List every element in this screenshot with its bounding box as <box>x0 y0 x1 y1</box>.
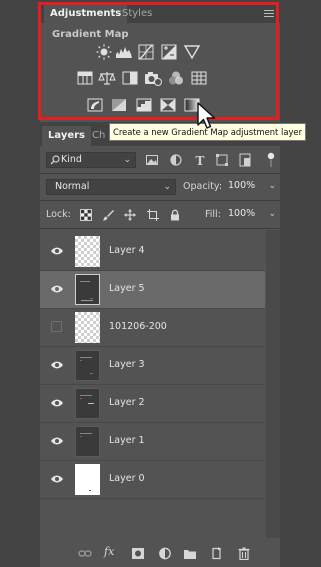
layer-name[interactable]: Layer 0 <box>109 473 145 484</box>
link-layers-icon[interactable] <box>78 547 92 560</box>
fill-field[interactable]: 100% ⌄ <box>226 207 276 223</box>
posterize-icon[interactable] <box>110 97 128 113</box>
artboard-autonest-icon[interactable] <box>147 209 159 221</box>
levels-icon[interactable] <box>115 44 133 60</box>
eye-icon[interactable] <box>50 474 64 484</box>
opacity-field[interactable]: 100% ⌄ <box>226 179 276 195</box>
fill-value: 100% <box>228 208 256 219</box>
layer-row-layer-3[interactable]: Layer 3 <box>40 347 265 385</box>
adjustments-panel: Adjustments Styles Gradient Map <box>40 4 280 122</box>
vibrance-icon[interactable] <box>183 44 201 60</box>
add-layer-mask-icon[interactable] <box>131 547 145 560</box>
layer-name[interactable]: Layer 3 <box>109 359 145 370</box>
layer-name[interactable]: Layer 5 <box>109 283 145 294</box>
tab-layers[interactable]: Layers <box>42 126 91 146</box>
layer-name[interactable]: 101206-200 <box>109 321 167 332</box>
tab-styles[interactable]: Styles <box>116 4 158 23</box>
layer-thumbnail <box>75 236 100 267</box>
divider <box>40 228 280 229</box>
lock-position-icon[interactable] <box>124 209 136 221</box>
layer-name[interactable]: Layer 1 <box>109 435 145 446</box>
color-lookup-icon[interactable] <box>190 70 208 86</box>
invert-icon[interactable] <box>86 97 104 113</box>
selective-color-icon[interactable] <box>159 97 177 113</box>
layer-row-layer-2[interactable]: Layer 2 <box>40 385 265 423</box>
fill-label: Fill: <box>205 209 221 220</box>
filter-kind-dropdown[interactable]: Kind ⌄ <box>46 152 136 168</box>
layer-thumbnail <box>75 464 100 495</box>
eye-icon[interactable] <box>50 360 64 370</box>
layer-list: Layer 4 Layer 5 101206-200 Layer 3 Layer… <box>40 233 266 543</box>
opacity-label: Opacity: <box>183 181 223 192</box>
type-filter-icon[interactable]: T <box>193 153 207 168</box>
filter-kind-value: Kind <box>61 154 82 165</box>
lock-image-pixels-icon[interactable] <box>102 209 114 221</box>
eye-icon[interactable] <box>50 436 64 446</box>
layer-row-layer-1[interactable]: Layer 1 <box>40 423 265 461</box>
scrollbar-track[interactable] <box>266 230 280 538</box>
adjustment-type-label: Gradient Map <box>52 29 129 40</box>
fx-label: fx <box>104 545 115 558</box>
lock-label: Lock: <box>46 209 71 220</box>
opacity-value: 100% <box>228 180 256 191</box>
layer-row-layer-0[interactable]: Layer 0 <box>40 461 265 499</box>
image-filter-icon[interactable] <box>145 153 159 167</box>
layer-name[interactable]: Layer 4 <box>109 245 145 256</box>
trash-icon[interactable] <box>237 547 251 561</box>
divider <box>40 173 280 174</box>
new-layer-icon[interactable] <box>210 547 224 560</box>
layer-thumbnail <box>75 350 100 381</box>
chevron-down-icon: ⌄ <box>163 182 171 192</box>
layer-thumbnail <box>75 274 100 305</box>
new-adjustment-layer-icon[interactable] <box>158 547 172 560</box>
chevron-down-icon: ⌄ <box>123 155 131 165</box>
layer-thumbnail <box>75 312 100 343</box>
layer-style-fx-icon[interactable]: fx <box>104 545 122 558</box>
layer-row-layer-5[interactable]: Layer 5 <box>40 271 265 309</box>
exposure-icon[interactable] <box>160 44 178 60</box>
curves-icon[interactable] <box>137 44 155 60</box>
adjustment-filter-icon[interactable] <box>169 153 183 167</box>
svg-text:T: T <box>196 154 205 167</box>
layer-row-101206-200[interactable]: 101206-200 <box>40 309 265 347</box>
eye-icon[interactable] <box>50 398 64 408</box>
tab-adjustments[interactable]: Adjustments <box>44 4 128 23</box>
lock-transparent-pixels-icon[interactable] <box>80 209 92 221</box>
eye-icon[interactable] <box>50 284 64 294</box>
shape-filter-icon[interactable] <box>215 153 229 167</box>
divider <box>40 200 280 201</box>
channel-mixer-icon[interactable] <box>167 70 185 86</box>
layer-name[interactable]: Layer 2 <box>109 397 145 408</box>
chevron-down-icon: ⌄ <box>268 209 276 219</box>
layer-thumbnail <box>75 388 100 419</box>
new-group-folder-icon[interactable] <box>183 547 197 560</box>
blend-mode-value: Normal <box>55 181 90 192</box>
hue-saturation-icon[interactable] <box>76 70 94 86</box>
smart-object-filter-icon[interactable] <box>238 153 252 167</box>
adjustments-tab-bar: Adjustments Styles <box>40 4 280 23</box>
blend-mode-dropdown[interactable]: Normal ⌄ <box>46 179 176 195</box>
panel-menu-icon[interactable] <box>264 10 274 18</box>
eye-icon[interactable] <box>50 246 64 256</box>
layer-row-layer-4[interactable]: Layer 4 <box>40 233 265 271</box>
threshold-icon[interactable] <box>135 97 153 113</box>
layer-thumbnail <box>75 426 100 457</box>
brightness-contrast-icon[interactable] <box>95 44 113 60</box>
filter-toggle[interactable] <box>267 152 275 168</box>
photo-filter-icon[interactable] <box>144 70 162 86</box>
chevron-down-icon: ⌄ <box>268 181 276 191</box>
color-balance-icon[interactable] <box>98 70 116 86</box>
mouse-pointer-icon <box>196 101 218 131</box>
lock-all-icon[interactable] <box>169 209 181 221</box>
black-white-icon[interactable] <box>121 70 139 86</box>
tab-channels[interactable]: Ch <box>86 126 111 146</box>
layers-panel: Layers Ch Kind ⌄ T Normal ⌄ Opacity: 100… <box>40 124 280 567</box>
search-icon <box>50 153 60 172</box>
visibility-toggle-off[interactable] <box>51 321 62 332</box>
